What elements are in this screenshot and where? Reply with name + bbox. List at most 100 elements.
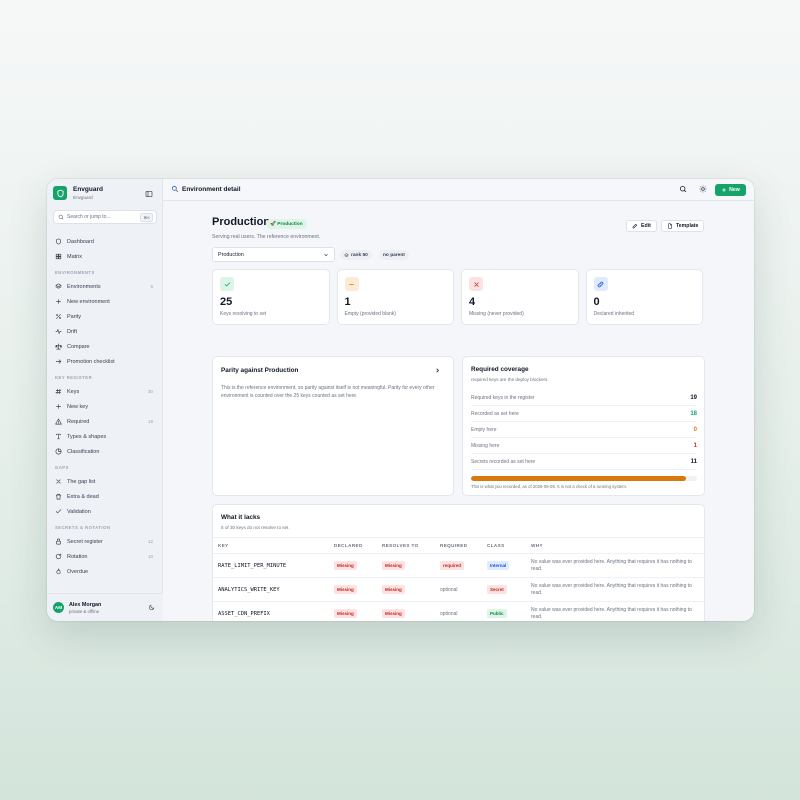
template-button[interactable]: Template [661, 220, 705, 232]
link-icon [593, 277, 608, 291]
sidebar-item-count: 5 [150, 284, 153, 289]
sidebar-item-label: Overdue [67, 568, 89, 575]
rank-chip-label: rank 50 [351, 252, 368, 258]
sidebar-toggle-icon[interactable] [145, 190, 153, 198]
sidebar-item-required[interactable]: Required 19 [53, 414, 157, 429]
column-header-class: CLASS [482, 537, 526, 554]
coverage-row-value: 11 [690, 458, 697, 465]
shield-icon [55, 238, 62, 245]
scale-icon [55, 343, 62, 350]
moon-icon[interactable] [148, 604, 155, 611]
stat-card[interactable]: 25 Keys resolving to set [212, 269, 330, 325]
required-text: optional [440, 610, 458, 617]
table-body: RATE_LIMIT_PER_MINUTE Missing Missing requi… [213, 553, 706, 621]
sidebar-item-label: Extra & dead [67, 493, 99, 500]
class-badge: Public [487, 609, 507, 618]
plus-icon [55, 403, 62, 410]
avatar: AM [53, 602, 64, 613]
sidebar-item-validation[interactable]: Validation [53, 504, 157, 519]
brand-name: Envguard [73, 186, 103, 193]
sidebar-item-label: Promotion checklist [67, 358, 115, 365]
warning-icon [55, 418, 62, 425]
table-row[interactable]: RATE_LIMIT_PER_MINUTE Missing Missing requi… [213, 553, 706, 578]
coverage-row-value: 1 [693, 442, 697, 449]
edit-button[interactable]: Edit [626, 220, 657, 232]
sidebar-item-label: New key [67, 403, 89, 410]
sidebar-search[interactable]: Search or jump to... ⌘K [53, 210, 157, 224]
user-name: Alex Morgan [69, 601, 102, 608]
resolves-badge: Missing [382, 585, 405, 594]
lacks-card-subtitle: 5 of 30 keys do not resolve to set [221, 525, 289, 530]
sidebar-item-label: Keys [67, 388, 80, 395]
environment-select[interactable]: Production [212, 247, 335, 262]
sidebar-item-extra-dead[interactable]: Extra & dead [53, 489, 157, 504]
sidebar-section-secrets-rotation: SECRETS & ROTATION [55, 525, 111, 530]
brand-subtitle: Envguard [73, 195, 93, 200]
coverage-progress-fill [471, 476, 686, 481]
key-cell: RATE_LIMIT_PER_MINUTE [213, 553, 329, 578]
search-icon[interactable] [679, 185, 687, 193]
sidebar-item-types-shapes[interactable]: Types & shapes [53, 429, 157, 444]
sidebar-item-new-environment[interactable]: New environment [53, 294, 157, 309]
chevron-right-icon[interactable] [434, 367, 441, 374]
required-text: optional [440, 586, 458, 593]
new-button-label: New [729, 187, 740, 193]
brand[interactable]: Envguard Envguard [53, 186, 103, 200]
parity-card: Parity against Production This is the re… [212, 356, 454, 496]
sidebar-item-label: Types & shapes [67, 433, 107, 440]
stat-value: 0 [593, 296, 600, 308]
coverage-row-label: Missing here [471, 442, 500, 449]
class-badge: Internal [487, 561, 510, 570]
main-area: Environment detail New Production 🚀 Prod… [163, 179, 754, 621]
sidebar-item-new-key[interactable]: New key [53, 399, 157, 414]
sidebar-item-the-gap-list[interactable]: The gap list [53, 474, 157, 489]
type-icon [55, 433, 62, 440]
x-icon [469, 277, 483, 291]
flame-icon [55, 568, 62, 575]
table-row[interactable]: ANALYTICS_WRITE_KEY Missing Missing optiona… [213, 577, 706, 602]
sidebar-item-matrix[interactable]: Matrix [53, 249, 157, 264]
sidebar-item-drift[interactable]: Drift [53, 324, 157, 339]
sidebar-item-keys[interactable]: Keys 30 [53, 384, 157, 399]
grid-icon [55, 253, 62, 260]
sidebar-item-promotion-checklist[interactable]: Promotion checklist [53, 354, 157, 369]
lock-icon [55, 538, 62, 545]
sidebar-item-count: 12 [147, 539, 153, 544]
sidebar-item-label: Drift [67, 328, 78, 335]
key-cell: ANALYTICS_WRITE_KEY [213, 577, 329, 602]
topbar: Environment detail New [163, 179, 754, 201]
why-cell: No value was ever provided here. Anythin… [526, 577, 706, 602]
stat-card[interactable]: 1 Empty (provided blank) [336, 269, 454, 325]
sidebar-item-overdue[interactable]: Overdue [53, 564, 157, 579]
stat-card[interactable]: 4 Missing (never provided) [461, 269, 579, 325]
sun-icon[interactable] [699, 185, 707, 193]
sidebar-item-count: 19 [147, 419, 153, 424]
new-button[interactable]: New [715, 184, 746, 196]
column-header-resolves-to: RESOLVES TO [377, 537, 435, 554]
coverage-row: Empty here 0 [471, 422, 697, 438]
sidebar-item-rotation[interactable]: Rotation 10 [53, 549, 157, 564]
sidebar-item-compare[interactable]: Compare [53, 339, 157, 354]
stat-value: 4 [469, 296, 476, 308]
required-badge: required [440, 561, 465, 570]
stat-label: Empty (provided blank) [344, 311, 396, 317]
refresh-icon [55, 553, 62, 560]
coverage-note: This is what you recorded, as of 2026-06… [471, 484, 627, 489]
declared-badge: Missing [334, 609, 357, 618]
coverage-row: Recorded as set here 18 [471, 406, 697, 422]
sidebar: Envguard Envguard Search or jump to... ⌘… [47, 179, 163, 621]
layers-icon [55, 283, 62, 290]
sidebar-item-classification[interactable]: Classification [53, 444, 157, 459]
coverage-row: Secrets recorded as set here 11 [471, 454, 697, 470]
sidebar-item-environments[interactable]: Environments 5 [53, 279, 157, 294]
sidebar-item-dashboard[interactable]: Dashboard [53, 234, 157, 249]
sidebar-item-parity[interactable]: Parity [53, 309, 157, 324]
stat-card[interactable]: 0 Declared inherited [585, 269, 703, 325]
declared-badge: Missing [334, 561, 357, 570]
topbar-title: Environment detail [171, 185, 241, 193]
sidebar-item-secret-register[interactable]: Secret register 12 [53, 534, 157, 549]
table-row[interactable]: ASSET_CDN_PREFIX Missing Missing optional Pu… [213, 601, 706, 621]
search-icon [58, 214, 64, 220]
stat-value: 1 [344, 296, 351, 308]
user-profile[interactable]: AM Alex Morgan private & offline [47, 593, 163, 621]
